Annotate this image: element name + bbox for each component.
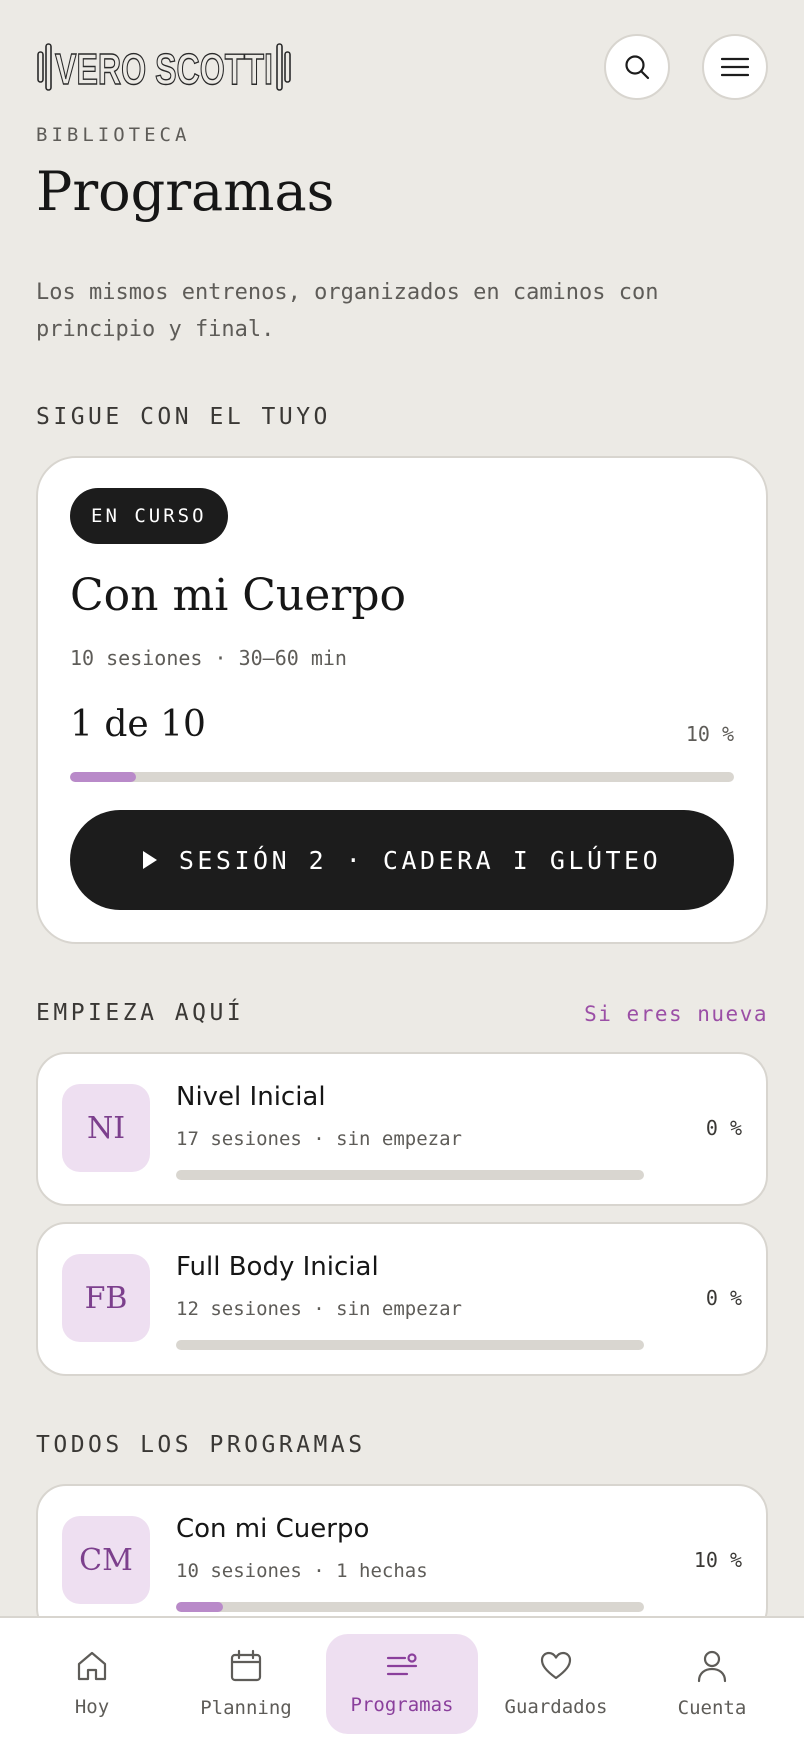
start-here-link[interactable]: Si eres nueva xyxy=(584,1002,768,1026)
program-percent: 0 % xyxy=(705,1286,742,1310)
section-label-all-programs: TODOS LOS PROGRAMAS xyxy=(36,1432,366,1458)
brand-logo[interactable]: VERO SCOTTI xyxy=(36,40,292,95)
current-program-meta: 10 sesiones · 30–60 min xyxy=(70,646,347,670)
program-meta: 17 sesiones · sin empezar xyxy=(176,1128,462,1150)
nav-label: Planning xyxy=(200,1697,292,1719)
menu-button[interactable] xyxy=(702,34,768,100)
play-icon xyxy=(142,851,157,869)
search-button[interactable] xyxy=(604,34,670,100)
program-progress-bar xyxy=(176,1340,644,1350)
program-title: Con mi Cuerpo xyxy=(176,1514,370,1544)
progress-fill xyxy=(70,772,137,782)
program-meta: 10 sesiones · 1 hechas xyxy=(176,1560,428,1582)
current-program-percent: 10 % xyxy=(685,722,734,746)
current-program-progress-bar xyxy=(70,772,734,782)
program-card-con-mi-cuerpo[interactable]: CM Con mi Cuerpo 10 sesiones · 1 hechas … xyxy=(36,1484,768,1638)
current-program-title: Con mi Cuerpo xyxy=(70,570,406,621)
nav-label: Guardados xyxy=(504,1696,608,1718)
nav-label: Programas xyxy=(350,1694,454,1716)
program-avatar: CM xyxy=(62,1516,150,1604)
bottom-nav: Hoy Planning Programas Guardados Cuenta xyxy=(0,1616,804,1748)
program-meta: 12 sesiones · sin empezar xyxy=(176,1298,462,1320)
progress-fill xyxy=(176,1602,223,1612)
programs-list-icon xyxy=(386,1653,418,1676)
program-avatar: NI xyxy=(62,1084,150,1172)
nav-item-guardados[interactable]: Guardados xyxy=(496,1634,616,1734)
program-percent: 10 % xyxy=(693,1548,742,1572)
nav-item-programas[interactable]: Programas xyxy=(326,1634,478,1734)
logo-text: VERO SCOTTI xyxy=(55,45,273,94)
section-label-start-here: EMPIEZA AQUÍ xyxy=(36,1000,245,1026)
program-title: Full Body Inicial xyxy=(176,1252,379,1282)
nav-item-hoy[interactable]: Hoy xyxy=(32,1634,152,1734)
current-program-card[interactable]: EN CURSO Con mi Cuerpo 10 sesiones · 30–… xyxy=(36,456,768,944)
program-percent: 0 % xyxy=(705,1116,742,1140)
page-eyebrow: BIBLIOTECA xyxy=(36,124,191,146)
current-program-progress-text: 1 de 10 xyxy=(70,704,206,745)
continue-session-button[interactable]: SESIÓN 2 · CADERA I GLÚTEO xyxy=(70,810,734,910)
hamburger-icon xyxy=(721,57,749,77)
page-title: Programas xyxy=(36,160,335,223)
program-avatar: FB xyxy=(62,1254,150,1342)
program-progress-bar xyxy=(176,1170,644,1180)
continue-session-label: SESIÓN 2 · CADERA I GLÚTEO xyxy=(178,845,662,875)
status-badge: EN CURSO xyxy=(70,488,228,544)
nav-label: Cuenta xyxy=(677,1697,747,1719)
nav-item-cuenta[interactable]: Cuenta xyxy=(652,1634,772,1734)
search-icon xyxy=(625,55,650,80)
nav-item-planning[interactable]: Planning xyxy=(186,1634,306,1734)
page-intro: Los mismos entrenos, organizados en cami… xyxy=(36,280,659,342)
program-title: Nivel Inicial xyxy=(176,1082,326,1112)
logo-wordmark: VERO SCOTTI xyxy=(37,43,291,95)
program-card-nivel-inicial[interactable]: NI Nivel Inicial 17 sesiones · sin empez… xyxy=(36,1052,768,1206)
section-label-current: SIGUE CON EL TUYO xyxy=(36,404,331,430)
top-bar: VERO SCOTTI xyxy=(36,34,768,100)
home-icon xyxy=(77,1651,107,1681)
program-progress-bar xyxy=(176,1602,644,1612)
program-card-full-body-inicial[interactable]: FB Full Body Inicial 12 sesiones · sin e… xyxy=(36,1222,768,1376)
calendar-icon xyxy=(230,1649,262,1682)
user-icon xyxy=(697,1650,727,1683)
nav-label: Hoy xyxy=(74,1696,110,1718)
heart-icon xyxy=(540,1651,572,1680)
